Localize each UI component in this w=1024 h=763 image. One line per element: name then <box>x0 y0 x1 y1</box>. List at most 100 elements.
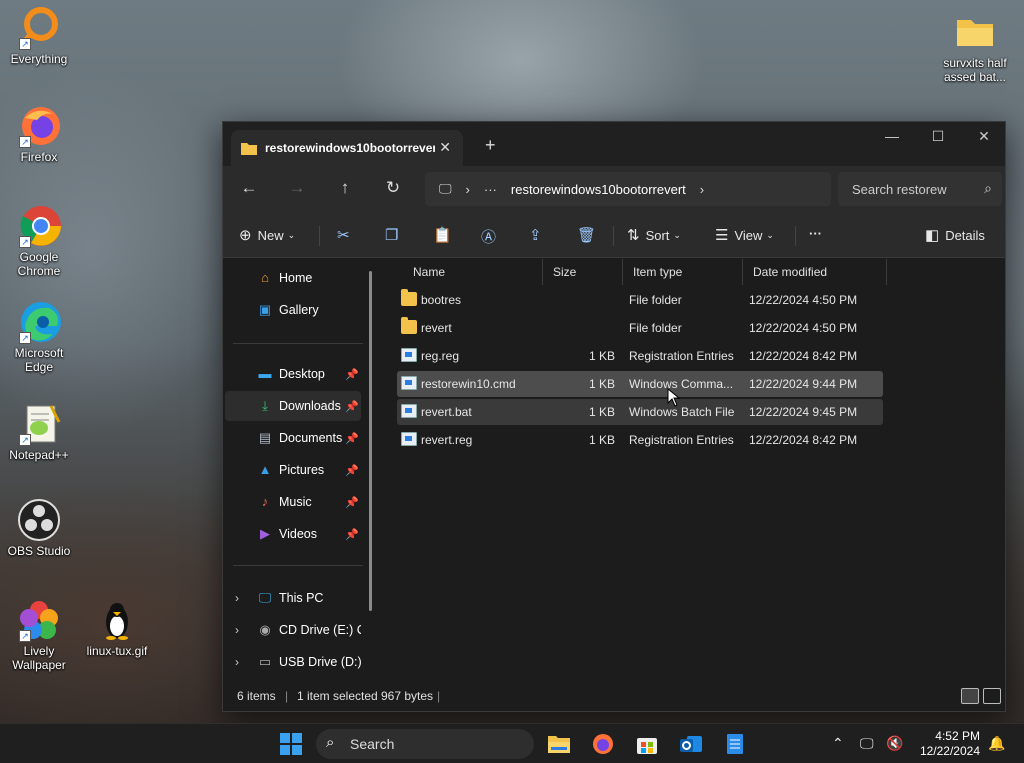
breadcrumb-current[interactable]: restorewindows10bootorrevert <box>511 182 686 197</box>
sidebar-item-this-pc[interactable]: › 🖵 This PC <box>225 583 361 613</box>
notepad-icon[interactable] <box>723 733 747 755</box>
file-row-revert-reg[interactable]: revert.reg 1 KB Registration Entries 12/… <box>397 427 883 453</box>
desktop-icon-obs[interactable]: OBS Studio <box>0 498 78 558</box>
search-box[interactable]: Search restorew ⌕ <box>838 172 1002 206</box>
file-row-bootres[interactable]: bootres File folder 12/22/2024 4:50 PM <box>397 287 883 313</box>
chevron-down-icon: ⌄ <box>287 229 296 240</box>
more-options-button[interactable]: ··· <box>809 226 822 241</box>
taskbar: ⌕ Search ⌃ 🖵 🔇 4:52 PM 12/22/2024 🔔 <box>0 723 1024 763</box>
tab-close-icon[interactable]: ✕ <box>439 139 451 156</box>
firefox-icon[interactable] <box>591 733 615 755</box>
share-button[interactable]: ⇪ <box>529 226 548 244</box>
column-header-type[interactable]: Item type <box>623 259 743 285</box>
title-bar: restorewindows10bootorrever ✕ + — ☐ ✕ <box>223 122 1005 166</box>
desktop-icon-notepadpp[interactable]: ↗ Notepad++ <box>0 402 78 462</box>
windows-start-icon[interactable] <box>279 733 303 755</box>
file-row-restorewin10-cmd[interactable]: restorewin10.cmd 1 KB Windows Comma... 1… <box>397 371 883 397</box>
close-button[interactable]: ✕ <box>961 128 1007 145</box>
rename-button[interactable]: Ⓐ <box>481 226 502 247</box>
plus-circle-icon: ⊕ <box>239 227 252 244</box>
desktop-icon-linux-tux[interactable]: linux-tux.gif <box>78 598 156 658</box>
up-button[interactable]: ↑ <box>333 178 357 198</box>
address-bar[interactable]: 🖵 › ··· restorewindows10bootorrevert › <box>425 172 831 206</box>
file-type: Windows Comma... <box>629 377 734 391</box>
file-name: bootres <box>421 293 462 307</box>
maximize-button[interactable]: ☐ <box>915 128 961 145</box>
desktop-icon-everything[interactable]: ↗ Everything <box>0 6 78 66</box>
notification-bell-icon[interactable]: 🔔 <box>988 735 1005 752</box>
desktop-icon-lively[interactable]: ↗ Lively Wallpaper <box>0 598 78 672</box>
sidebar-item-home[interactable]: ⌂ Home <box>225 263 361 293</box>
file-explorer-icon[interactable] <box>547 733 571 755</box>
new-button[interactable]: ⊕ New ⌄ <box>239 226 295 244</box>
taskbar-search[interactable]: ⌕ Search <box>316 729 534 759</box>
pin-icon[interactable]: 📌 <box>345 400 359 413</box>
column-header-date-modified[interactable]: Date modified <box>743 259 887 285</box>
video-icon: ▶ <box>260 526 270 541</box>
pin-icon[interactable]: 📌 <box>345 432 359 445</box>
desktop-icon-chrome[interactable]: ↗ Google Chrome <box>0 204 78 278</box>
sidebar-item-music[interactable]: ♪ Music 📌 <box>225 487 361 517</box>
file-row-revert-bat[interactable]: revert.bat 1 KB Windows Batch File 12/22… <box>397 399 883 425</box>
column-header-name[interactable]: Name <box>403 259 543 285</box>
pin-icon[interactable]: 📌 <box>345 464 359 477</box>
refresh-button[interactable]: ↻ <box>381 178 405 198</box>
cut-button[interactable]: ✂ <box>337 226 356 244</box>
file-date: 12/22/2024 9:45 PM <box>749 405 858 419</box>
taskbar-search-label: Search <box>350 736 395 752</box>
home-icon: ⌂ <box>261 270 269 285</box>
back-button[interactable]: ← <box>237 178 261 198</box>
file-explorer-window: restorewindows10bootorrever ✕ + — ☐ ✕ ← … <box>222 121 1006 712</box>
paste-button[interactable]: 📋 <box>433 226 458 244</box>
desktop-icon-survxits[interactable]: survxits half assed bat... <box>936 10 1014 84</box>
copy-button[interactable]: ❐ <box>385 226 404 244</box>
sidebar-item-desktop[interactable]: ▬ Desktop 📌 <box>225 359 361 389</box>
system-clock[interactable]: 4:52 PM 12/22/2024 <box>920 729 980 759</box>
sidebar-scrollbar[interactable] <box>369 271 372 611</box>
chevron-right-icon[interactable]: › <box>235 623 239 637</box>
sidebar-item-cd-drive[interactable]: › ◉ CD Drive (E:) CE <box>225 615 361 645</box>
search-input[interactable]: Search restorew <box>852 182 947 197</box>
minimize-button[interactable]: — <box>869 128 915 144</box>
pin-icon[interactable]: 📌 <box>345 368 359 381</box>
desktop-icon-firefox[interactable]: ↗ Firefox <box>0 104 78 164</box>
sidebar-item-downloads[interactable]: ⤓ Downloads 📌 <box>225 391 361 421</box>
view-button[interactable]: ☰ View ⌄ <box>715 226 774 244</box>
sidebar-item-videos[interactable]: ▶ Videos 📌 <box>225 519 361 549</box>
chevron-right-icon[interactable]: › <box>235 591 239 605</box>
delete-button[interactable]: 🗑 <box>577 226 602 244</box>
forward-button[interactable]: → <box>285 178 309 198</box>
pin-icon[interactable]: 📌 <box>345 528 359 541</box>
sidebar-item-usb-drive[interactable]: › ▭ USB Drive (D:) <box>225 647 361 677</box>
outlook-icon[interactable] <box>679 733 703 755</box>
sidebar-item-gallery[interactable]: ▣ Gallery <box>225 295 361 325</box>
column-header-size[interactable]: Size <box>543 259 623 285</box>
file-row-reg-reg[interactable]: reg.reg 1 KB Registration Entries 12/22/… <box>397 343 883 369</box>
chevron-up-icon[interactable]: ⌃ <box>832 735 844 752</box>
tiles-view-button[interactable] <box>983 688 1001 704</box>
sidebar-item-pictures[interactable]: ▲ Pictures 📌 <box>225 455 361 485</box>
details-view-button[interactable] <box>961 688 979 704</box>
file-row-revert[interactable]: revert File folder 12/22/2024 4:50 PM <box>397 315 883 341</box>
desktop-icon-edge[interactable]: ↗ Microsoft Edge <box>0 300 78 374</box>
pin-icon[interactable]: 📌 <box>345 496 359 509</box>
folder-icon <box>401 317 417 334</box>
tab-restorewindows10[interactable]: restorewindows10bootorrever ✕ <box>231 130 463 166</box>
chevron-right-icon[interactable]: › <box>235 655 239 669</box>
sidebar-item-documents[interactable]: ▤ Documents 📌 <box>225 423 361 453</box>
toolbar-divider <box>319 226 320 246</box>
desktop-icon-label: linux-tux.gif <box>86 644 148 658</box>
toolbar-divider <box>795 226 796 246</box>
new-tab-button[interactable]: + <box>485 135 496 156</box>
sort-button[interactable]: ⇅ Sort ⌄ <box>627 226 681 244</box>
network-icon[interactable]: 🖵 <box>860 735 874 752</box>
chevron-right-icon[interactable]: › <box>466 182 470 197</box>
volume-muted-icon[interactable]: 🔇 <box>886 735 903 752</box>
desktop-icon-label: survxits half assed bat... <box>943 56 1007 84</box>
address-more-button[interactable]: ··· <box>484 182 497 197</box>
sidebar-divider <box>233 343 363 344</box>
details-button[interactable]: ◧ Details <box>925 226 985 244</box>
search-icon: ⌕ <box>984 180 992 196</box>
chevron-right-icon[interactable]: › <box>700 182 704 197</box>
microsoft-store-icon[interactable] <box>635 733 659 755</box>
